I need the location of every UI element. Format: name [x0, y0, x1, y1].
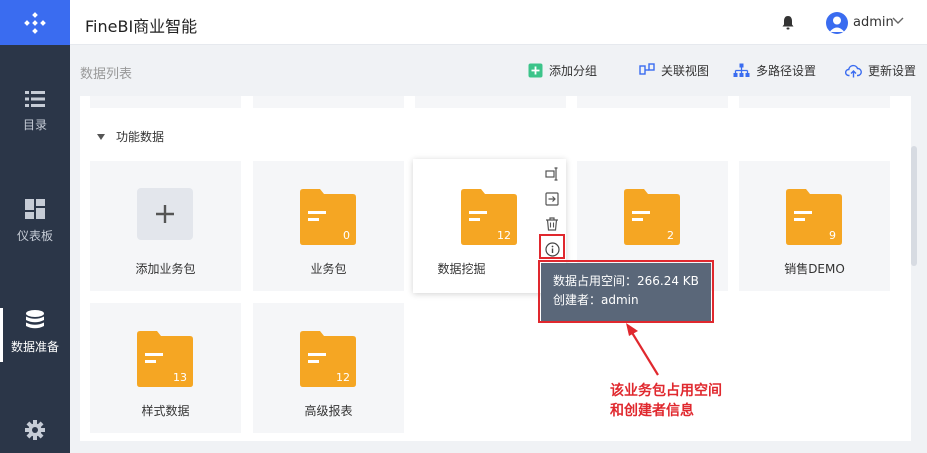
sidebar-item-label: 仪表板 [16, 229, 53, 243]
package-card[interactable]: 9 销售DEMO [739, 161, 890, 291]
relation-view-icon [639, 63, 655, 75]
package-count: 9 [829, 229, 836, 242]
relation-view-button[interactable]: 关联视图 [639, 62, 709, 79]
rename-icon [545, 167, 558, 181]
package-count: 12 [497, 229, 511, 242]
top-header: FineBI商业智能 admin [70, 0, 927, 45]
group-name: 功能数据 [116, 130, 165, 144]
previous-group-card [739, 96, 890, 108]
plus-icon [156, 205, 174, 223]
folder-icon: 12 [300, 331, 356, 390]
group-header[interactable]: 功能数据 [97, 128, 164, 145]
package-card[interactable]: 13 样式数据 [90, 303, 241, 433]
move-icon [545, 192, 559, 206]
sidebar-item-label: 数据准备 [10, 340, 59, 354]
sidebar-item-dashboard[interactable]: 仪表板 [0, 199, 70, 244]
update-settings-label: 更新设置 [868, 64, 917, 78]
folder-icon: 12 [461, 189, 517, 248]
breadcrumb: 数据列表 [80, 67, 133, 82]
sidebar: 目录 仪表板 数据准备 [0, 0, 70, 453]
user-name[interactable]: admin [853, 15, 894, 30]
folder-icon: 2 [624, 189, 680, 248]
previous-group-card [90, 96, 241, 108]
info-highlight-box [539, 234, 565, 259]
trash-icon [546, 217, 558, 231]
collapse-triangle-icon [97, 133, 105, 140]
annotation-text: 该业务包占用空间 和创建者信息 [610, 381, 722, 421]
package-card[interactable]: 12 高级报表 [253, 303, 404, 433]
card-label: 数据挖掘 [437, 262, 486, 276]
add-group-button[interactable]: 添加分组 [528, 62, 597, 79]
cloud-update-icon [845, 64, 862, 77]
card-label: 高级报表 [304, 404, 353, 418]
folder-icon: 9 [786, 189, 842, 248]
add-package-card[interactable]: 添加业务包 [90, 161, 241, 291]
folder-icon: 0 [300, 189, 356, 248]
package-count: 0 [343, 229, 350, 242]
add-package-box [137, 188, 193, 240]
multipath-label: 多路径设置 [756, 64, 817, 78]
multipath-button[interactable]: 多路径设置 [733, 62, 816, 79]
card-label: 业务包 [310, 262, 347, 276]
rename-button[interactable] [543, 165, 561, 183]
database-icon [26, 310, 44, 329]
user-icon [829, 16, 845, 32]
package-count: 12 [336, 371, 350, 384]
data-list-panel: 功能数据 添加业务包 0 业务包 12 数据挖掘 2 9 销售DEMO 13 样… [80, 96, 911, 441]
tooltip-highlight-box [538, 260, 714, 323]
annotation-line-2: 和创建者信息 [610, 403, 694, 419]
card-label: 样式数据 [141, 404, 190, 418]
app-title: FineBI商业智能 [85, 17, 198, 36]
previous-group-card [253, 96, 404, 108]
folder-icon: 13 [137, 331, 193, 390]
sidebar-item-label: 目录 [22, 118, 47, 132]
previous-group-card [415, 96, 566, 108]
update-settings-button[interactable]: 更新设置 [845, 62, 916, 79]
multipath-icon [733, 63, 750, 77]
package-card[interactable]: 0 业务包 [253, 161, 404, 291]
logo-icon [24, 11, 46, 34]
add-group-icon [528, 63, 543, 78]
app-logo[interactable] [0, 0, 70, 45]
sidebar-item-data-prep[interactable]: 数据准备 [0, 308, 70, 362]
card-label: 添加业务包 [135, 262, 196, 276]
add-group-label: 添加分组 [549, 64, 598, 78]
move-button[interactable] [543, 190, 561, 208]
sidebar-item-catalog[interactable]: 目录 [0, 90, 70, 133]
bell-icon[interactable] [781, 15, 795, 30]
package-count: 13 [173, 371, 187, 384]
dashboard-icon [25, 199, 45, 219]
list-icon [25, 91, 45, 107]
card-label: 销售DEMO [784, 262, 845, 276]
sidebar-item-settings[interactable] [0, 420, 70, 448]
avatar[interactable] [826, 12, 848, 34]
scrollbar[interactable] [911, 146, 917, 266]
chevron-down-icon[interactable] [892, 17, 904, 25]
delete-button[interactable] [543, 215, 561, 233]
previous-group-card [577, 96, 728, 108]
annotation-arrow [626, 323, 659, 376]
package-count: 2 [667, 229, 674, 242]
relation-view-label: 关联视图 [661, 64, 710, 78]
annotation-line-1: 该业务包占用空间 [610, 383, 722, 399]
gear-icon [25, 420, 45, 440]
